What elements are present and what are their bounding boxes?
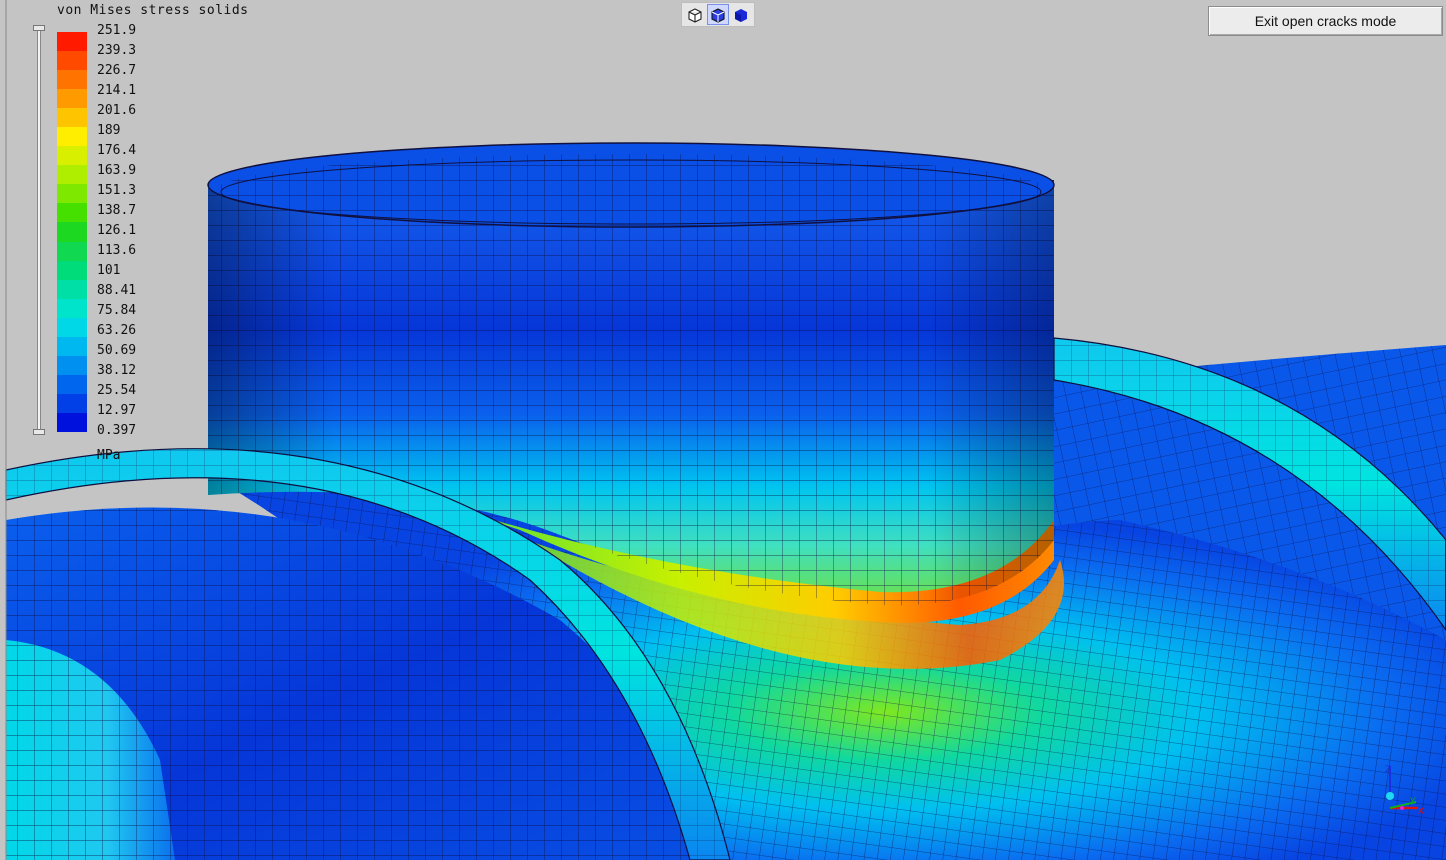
legend-swatch [57,184,87,204]
legend-value-label: 251.9 [97,23,137,38]
legend-swatch [57,336,87,357]
legend-value-label: 75.84 [97,303,137,318]
legend-value-label: 101 [97,263,121,278]
legend-color-bar [57,32,87,433]
wireframe-view-button[interactable] [684,4,706,25]
legend-swatch [57,393,87,414]
legend-value-label: 176.4 [97,143,137,158]
slider-bottom-handle[interactable] [33,429,45,435]
legend-swatch [57,127,87,147]
legend-value-label: 151.3 [97,183,137,198]
axis-triad-icon: Z Y X [1385,765,1424,817]
legend-swatch [57,70,87,90]
solid-view-icon [734,8,747,22]
legend-value-label: 25.54 [97,383,137,398]
legend-value-label: 214.1 [97,83,137,98]
view-mode-toolbar [681,2,755,27]
legend-value-label: 50.69 [97,343,137,358]
legend-swatch [57,203,87,223]
legend-unit: MPa [97,448,121,463]
legend-swatch [57,108,87,128]
legend-title: von Mises stress solids [57,3,249,18]
legend-value-label: 138.7 [97,203,137,218]
legend-range-slider[interactable] [33,25,45,435]
legend-value-label: 226.7 [97,63,137,78]
axis-x-label: X [1418,807,1424,817]
legend-swatch [57,165,87,185]
legend-swatch [57,51,87,71]
exit-open-cracks-button[interactable]: Exit open cracks mode [1208,6,1443,36]
legend-value-label: 0.397 [97,423,137,438]
legend-swatch [57,146,87,166]
fea-model-render[interactable] [0,0,1446,860]
legend-value-label: 163.9 [97,163,137,178]
legend-swatch [57,260,87,281]
legend-swatch [57,374,87,395]
axis-y-label: Y [1409,797,1416,807]
legend-value-label: 126.1 [97,223,137,238]
axis-z-label: Z [1385,765,1391,775]
shaded-edges-view-icon [711,7,725,23]
shaded-edges-view-button[interactable] [706,4,729,25]
legend-swatch [57,89,87,109]
legend-value-label: 201.6 [97,103,137,118]
solid-view-button[interactable] [730,4,752,25]
legend-value-label: 189 [97,123,121,138]
slider-track[interactable] [37,27,41,433]
wireframe-view-icon [688,7,702,23]
slider-top-handle[interactable] [33,25,45,31]
legend-value-label: 88.41 [97,283,137,298]
legend-swatch [57,355,87,376]
legend-value-label: 38.12 [97,363,137,378]
legend-swatch [57,279,87,300]
legend-swatch [57,241,87,262]
legend-value-label: 12.97 [97,403,137,418]
legend-swatch [57,317,87,338]
legend-value-label: 113.6 [97,243,137,258]
legend-value-label: 239.3 [97,43,137,58]
legend-value-label: 63.26 [97,323,137,338]
legend-swatch [57,222,87,243]
legend-swatch [57,412,87,433]
fea-viewport[interactable]: von Mises stress solids 251.9 239.3 226.7 2… [0,0,1446,860]
legend-swatch [57,298,87,319]
legend-swatch [57,32,87,52]
